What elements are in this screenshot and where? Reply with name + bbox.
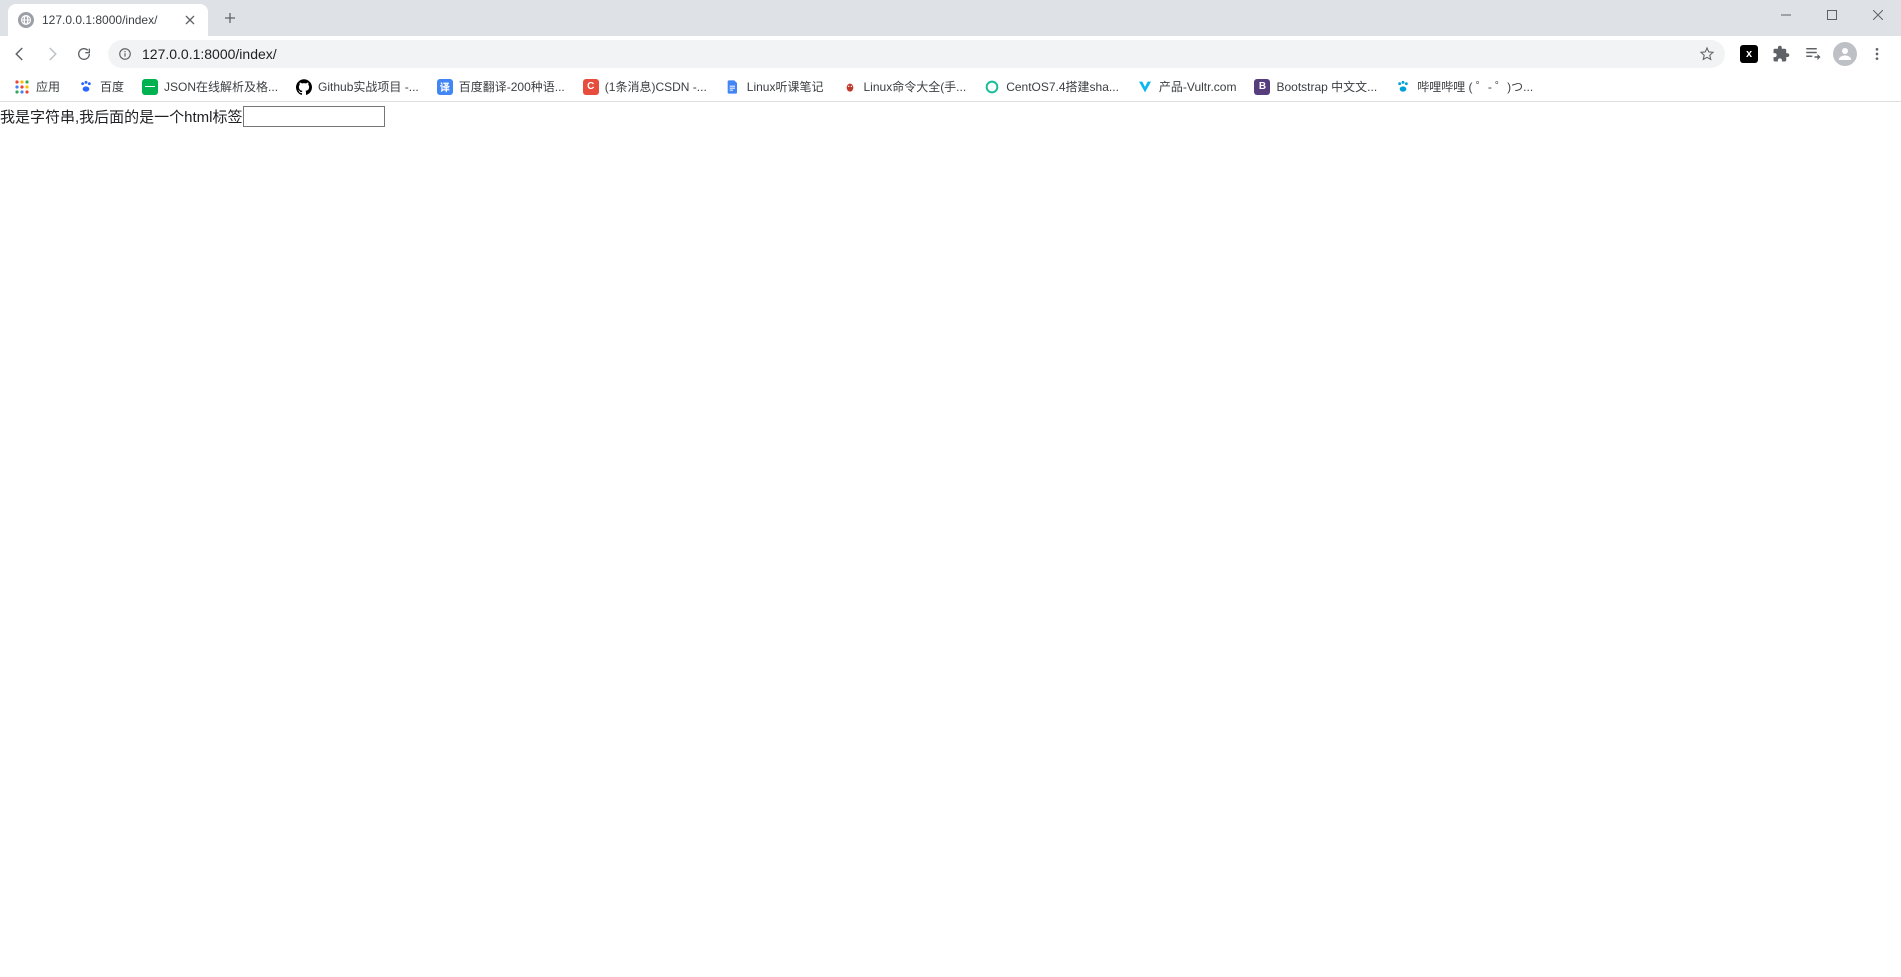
bookmark-label: JSON在线解析及格... (164, 78, 278, 95)
extension-icon[interactable]: x (1735, 40, 1763, 68)
reading-list-icon[interactable] (1799, 40, 1827, 68)
bookmark-item[interactable]: B Bootstrap 中文文... (1246, 74, 1385, 99)
toolbar: x (0, 36, 1901, 72)
bookmark-label: 百度翻译-200种语... (459, 78, 565, 95)
bookmark-label: 应用 (36, 78, 60, 95)
bookmark-label: Github实战项目 -... (318, 78, 419, 95)
new-tab-button[interactable] (216, 4, 244, 32)
bookmark-item[interactable]: Linux听课笔记 (717, 74, 832, 99)
tab-strip: 127.0.0.1:8000/index/ (0, 0, 1901, 36)
bookmarks-bar: 应用 百度 — JSON在线解析及格... Github实战项目 -... 译百度翻译-2… (0, 72, 1901, 102)
c-icon: C (583, 79, 599, 95)
page-text: 我是字符串,我后面的是一个html标签 (0, 106, 243, 127)
bookmark-label: 产品-Vultr.com (1159, 78, 1237, 95)
kebab-menu-icon[interactable] (1863, 40, 1891, 68)
bookmark-item[interactable]: 产品-Vultr.com (1129, 74, 1245, 99)
bookmark-label: 百度 (100, 78, 124, 95)
globe-icon (18, 12, 34, 28)
reload-button[interactable] (70, 40, 98, 68)
maximize-button[interactable] (1809, 0, 1855, 30)
extensions-menu-icon[interactable] (1767, 40, 1795, 68)
close-icon[interactable] (182, 12, 198, 28)
bug-icon (842, 79, 858, 95)
bookmark-item[interactable]: 百度 (70, 74, 132, 99)
address-bar[interactable] (108, 40, 1725, 68)
bookmark-item[interactable]: 应用 (6, 74, 68, 99)
bookmark-item[interactable]: CentOS7.4搭建sha... (976, 74, 1127, 99)
url-input[interactable] (140, 40, 1691, 68)
forward-button[interactable] (38, 40, 66, 68)
bookmark-label: Linux命令大全(手... (864, 78, 967, 95)
bookmark-label: Linux听课笔记 (747, 78, 824, 95)
bookmark-star-icon[interactable] (1699, 46, 1715, 62)
gh-icon (296, 79, 312, 95)
browser-tab[interactable]: 127.0.0.1:8000/index/ (8, 4, 208, 36)
yi-icon: 译 (437, 79, 453, 95)
bookmark-item[interactable]: C (1条消息)CSDN -... (575, 74, 715, 99)
page-content: 我是字符串,我后面的是一个html标签 (0, 102, 1901, 127)
minimize-button[interactable] (1763, 0, 1809, 30)
bookmark-label: 哔哩哔哩 ( ゜- ゜)つ... (1417, 78, 1533, 95)
tab-title: 127.0.0.1:8000/index/ (42, 13, 174, 27)
jay-icon: — (142, 79, 158, 95)
bookmark-item[interactable]: 译百度翻译-200种语... (429, 74, 573, 99)
bookmark-item[interactable]: — JSON在线解析及格... (134, 74, 286, 99)
page-input[interactable] (243, 106, 385, 127)
apps-icon (14, 79, 30, 95)
paw-icon (78, 79, 94, 95)
v-icon (1137, 79, 1153, 95)
paw-icon (1395, 79, 1411, 95)
toolbar-right: x (1735, 40, 1895, 68)
bookmark-label: Bootstrap 中文文... (1276, 78, 1377, 95)
bookmark-item[interactable]: Github实战项目 -... (288, 74, 427, 99)
doc-icon (725, 79, 741, 95)
profile-button[interactable] (1831, 40, 1859, 68)
close-window-button[interactable] (1855, 0, 1901, 30)
b-icon: B (1254, 79, 1270, 95)
bookmark-item[interactable]: Linux命令大全(手... (834, 74, 975, 99)
bookmark-label: CentOS7.4搭建sha... (1006, 78, 1119, 95)
bookmark-item[interactable]: 哔哩哔哩 ( ゜- ゜)つ... (1387, 74, 1541, 99)
site-info-icon[interactable] (118, 47, 132, 61)
window-controls (1763, 0, 1901, 36)
bookmark-label: (1条消息)CSDN -... (605, 78, 707, 95)
back-button[interactable] (6, 40, 34, 68)
g-icon (984, 79, 1000, 95)
